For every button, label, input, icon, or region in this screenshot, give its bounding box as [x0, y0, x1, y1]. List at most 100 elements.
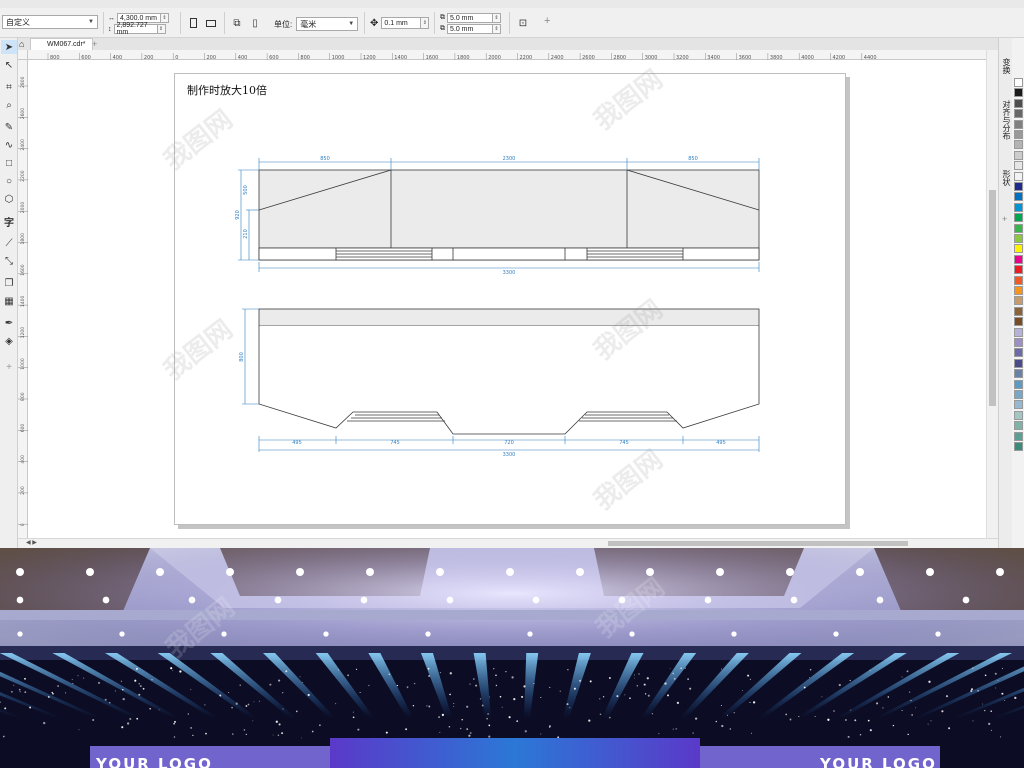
ellipse-tool-icon[interactable]: ○: [1, 174, 17, 188]
polygon-tool-icon[interactable]: ⬡: [1, 192, 17, 206]
star-light: [749, 701, 751, 703]
palette-swatch[interactable]: [1014, 431, 1023, 441]
palette-swatch[interactable]: [1014, 234, 1023, 243]
page-preset-select[interactable]: 自定义 ▼: [2, 15, 98, 29]
palette-swatch[interactable]: [1014, 442, 1023, 451]
nudge-spinner[interactable]: ⇕: [421, 17, 430, 29]
units-select[interactable]: 毫米 ▼: [296, 17, 359, 31]
palette-swatch[interactable]: [1014, 213, 1023, 223]
palette-swatch[interactable]: [1014, 275, 1023, 285]
palette-swatch[interactable]: [1014, 369, 1023, 379]
current-page-icon[interactable]: ▯: [248, 16, 262, 30]
star-light: [173, 722, 175, 725]
star-light: [29, 706, 32, 709]
palette-swatch[interactable]: [1014, 140, 1023, 150]
palette-swatch[interactable]: [1014, 379, 1023, 389]
palette-swatch[interactable]: [1014, 78, 1023, 87]
freehand-tool-icon[interactable]: ✎: [1, 120, 17, 134]
eyedropper-icon[interactable]: ✒: [1, 316, 17, 330]
dup-y-spinner[interactable]: ⇕: [493, 24, 501, 34]
vertical-ruler[interactable]: 2800 2600 2400 2200 2000 1800 1600 1400 1200 1000…: [18, 60, 28, 538]
drawing-canvas[interactable]: 制作时放大10倍 850 2300 850 3300 920 500 210 8…: [28, 60, 986, 538]
palette-swatch[interactable]: [1014, 182, 1023, 191]
palette-swatch[interactable]: [1014, 410, 1023, 420]
page-navigator-icon[interactable]: ◀ ▶: [26, 539, 37, 548]
palette-swatch[interactable]: [1014, 306, 1023, 316]
docker-tab-shape[interactable]: 形状: [1001, 170, 1012, 186]
star-light: [247, 703, 250, 706]
palette-swatch[interactable]: [1014, 358, 1023, 368]
page-height-field[interactable]: 2,892.727 mm: [113, 22, 158, 36]
palette-swatch[interactable]: [1014, 317, 1023, 327]
palette-swatch[interactable]: [1014, 400, 1023, 410]
palette-swatch[interactable]: [1014, 88, 1023, 98]
palette-swatch[interactable]: [1014, 150, 1023, 160]
ruler-origin[interactable]: [18, 50, 28, 60]
height-spinner[interactable]: ⇕: [157, 24, 166, 34]
all-pages-icon[interactable]: ⧉: [230, 16, 244, 30]
artistic-media-icon[interactable]: ∿: [1, 138, 17, 152]
star-light: [990, 729, 992, 732]
add-control-icon[interactable]: +: [544, 15, 550, 27]
palette-swatch[interactable]: [1014, 244, 1023, 254]
palette-swatch[interactable]: [1014, 161, 1023, 171]
palette-swatch[interactable]: [1014, 265, 1023, 275]
palette-swatch[interactable]: [1014, 254, 1023, 264]
docker-tab-transform[interactable]: 变换: [1001, 58, 1012, 74]
palette-swatch[interactable]: [1014, 223, 1023, 233]
parallel-dimension-icon[interactable]: ⟋: [1, 236, 17, 250]
home-icon[interactable]: ⌂: [19, 38, 24, 50]
dup-x-spinner[interactable]: ⇕: [493, 13, 501, 23]
portrait-icon[interactable]: [186, 16, 200, 30]
landscape-icon[interactable]: [204, 16, 218, 30]
crop-tool-icon[interactable]: ⌗: [1, 80, 17, 94]
interactive-fill-icon[interactable]: ◈: [1, 334, 17, 348]
transparency-icon[interactable]: ▦: [1, 294, 17, 308]
palette-swatch[interactable]: [1014, 348, 1023, 358]
palette-swatch[interactable]: [1014, 130, 1023, 139]
star-light: [540, 733, 542, 735]
drawing-page[interactable]: 制作时放大10倍 850 2300 850 3300 920 500 210 8…: [174, 73, 846, 525]
new-document-icon[interactable]: +: [92, 38, 97, 50]
star-light: [338, 669, 339, 671]
zoom-tool-icon[interactable]: ⌕: [1, 98, 17, 112]
dup-y-field[interactable]: 5.0 mm: [447, 24, 493, 34]
horizontal-ruler[interactable]: 800 600 400 200 0 200 400 600 800 1000 1200 1400 160…: [28, 50, 998, 63]
horizontal-scroll-thumb[interactable]: [608, 541, 908, 546]
vertical-scrollbar[interactable]: [986, 50, 998, 538]
palette-swatch[interactable]: [1014, 202, 1023, 212]
star-light: [461, 719, 463, 721]
palette-swatch[interactable]: [1014, 171, 1023, 181]
palette-swatch[interactable]: [1014, 286, 1023, 295]
treat-as-filled-button[interactable]: ⊡: [516, 16, 530, 30]
star-light: [573, 687, 576, 690]
palette-swatch[interactable]: [1014, 390, 1023, 399]
shape-tool-icon[interactable]: ↖: [1, 58, 17, 72]
page-size-group: ↔ 4,300.0 mm ⇕ ↕ 2,892.727 mm ⇕: [108, 13, 169, 36]
connector-tool-icon[interactable]: ⤡: [1, 254, 17, 268]
palette-swatch[interactable]: [1014, 327, 1023, 337]
add-tool-icon[interactable]: +: [1, 360, 17, 374]
add-docker-icon[interactable]: +: [1002, 214, 1007, 224]
ceiling-light: [576, 568, 584, 576]
nudge-field[interactable]: 0.1 mm: [381, 17, 422, 29]
palette-swatch[interactable]: [1014, 338, 1023, 347]
document-tab[interactable]: WM067.cdr*: [30, 38, 93, 50]
palette-swatch[interactable]: [1014, 421, 1023, 431]
rectangle-tool-icon[interactable]: □: [1, 156, 17, 170]
horizontal-scrollbar[interactable]: ◀ ▶: [18, 538, 998, 548]
palette-swatch[interactable]: [1014, 119, 1023, 129]
palette-swatch[interactable]: [1014, 98, 1023, 108]
docker-tab-align[interactable]: 对齐与分布: [1001, 100, 1012, 140]
pick-tool-icon[interactable]: ➤: [1, 40, 17, 54]
drop-shadow-icon[interactable]: ❐: [1, 276, 17, 290]
palette-swatch[interactable]: [1014, 296, 1023, 306]
star-light: [108, 701, 111, 704]
star-light: [135, 667, 138, 670]
dup-x-field[interactable]: 5.0 mm: [447, 13, 493, 23]
vertical-scroll-thumb[interactable]: [989, 190, 996, 406]
palette-swatch[interactable]: [1014, 109, 1023, 119]
width-spinner[interactable]: ⇕: [161, 13, 169, 23]
palette-swatch[interactable]: [1014, 192, 1023, 202]
text-tool-icon[interactable]: 字: [1, 214, 17, 229]
